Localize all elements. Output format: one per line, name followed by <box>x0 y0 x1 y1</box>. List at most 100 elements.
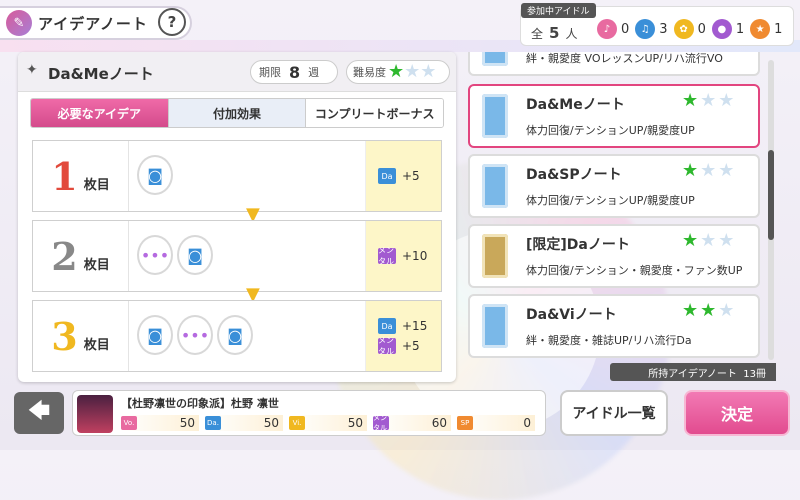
page-title: アイデアノート <box>38 14 148 33</box>
note-card-name: [限定]Daノート <box>526 237 630 253</box>
idol-type-count: ♫ 3 <box>635 19 668 39</box>
star-icon: ★ <box>420 61 437 82</box>
notebook-icon <box>482 52 508 66</box>
bonus-line: メンタル +5 <box>378 336 420 356</box>
mental-icon: ● <box>711 19 732 39</box>
visual-icon: ✿ <box>673 19 694 39</box>
note-card-description: 体力回復/テンションUP/親愛度UP <box>526 124 695 137</box>
note-card-description: 体力回復/テンション・親愛度・ファン数UP <box>526 264 743 277</box>
da-stat-icon: Da. <box>205 416 221 430</box>
notebook-icon <box>482 94 508 138</box>
dance-icon: ♫ <box>635 19 656 39</box>
note-icon: ✎ <box>6 10 32 36</box>
note-card[interactable]: Da&Viノート ★ ★ ★ 絆・親愛度・雑誌UP/リハ流行Da <box>468 294 760 358</box>
bonus-line: メンタル +10 <box>378 246 428 266</box>
idea-level-row: 1 枚目 ◙ Da +5 <box>32 140 442 212</box>
note-card-description: 絆・親愛度 VOレッスンUP/リハ流行VO <box>526 52 723 65</box>
mental-stat-icon: メンタル <box>378 336 396 356</box>
bonus-line: Da +5 <box>378 168 441 184</box>
tab-additional-effects[interactable]: 付加効果 <box>168 99 307 127</box>
level-bonus: Da +15 メンタル +5 <box>365 301 441 371</box>
note-card[interactable]: Da&Meノート ★ ★ ★ 体力回復/テンションUP/親愛度UP <box>468 84 760 148</box>
idol-list-button[interactable]: アイドル一覧 <box>560 390 668 436</box>
required-ideas: ••• ◙ <box>137 235 213 275</box>
level-bonus: Da +5 <box>365 141 441 211</box>
star-icon: ★ <box>700 160 717 181</box>
note-card-stars: ★ ★ ★ <box>682 162 734 180</box>
tab-required-ideas[interactable]: 必要なアイデア <box>31 99 169 127</box>
note-card-name: Da&Meノート <box>526 97 625 113</box>
star-icon: ★ <box>718 300 735 321</box>
idol-type-count: ✿ 0 <box>673 19 706 39</box>
note-card[interactable]: [限定]Daノート ★ ★ ★ 体力回復/テンション・親愛度・ファン数UP <box>468 224 760 288</box>
idol-stat: Vo. 50 <box>121 415 199 431</box>
difficulty-badge: 難易度 ★★★ <box>346 60 450 84</box>
idol-stat: SP 0 <box>457 415 535 431</box>
level-label: 1 枚目 <box>33 141 129 211</box>
star-icon: ★ <box>388 61 405 82</box>
idol-stat: Da. 50 <box>205 415 283 431</box>
star-icon: ★ <box>682 160 699 181</box>
note-card-stars: ★ ★ ★ <box>682 92 734 110</box>
arrow-left-icon: 🡄 <box>27 399 51 424</box>
note-card[interactable]: ★★★絆・親愛度 VOレッスンUP/リハ流行VO <box>468 52 760 76</box>
chat-idea-icon: ••• <box>177 315 213 355</box>
star-icon: ★ <box>700 300 717 321</box>
notebook-icon <box>482 164 508 208</box>
note-list-scrollbar[interactable] <box>768 60 774 360</box>
note-card-name: Da&SPノート <box>526 167 622 183</box>
star-icon: ★ <box>700 230 717 251</box>
sparkle-icon: ✦ <box>26 62 38 78</box>
note-card-stars: ★ ★ ★ <box>682 302 734 320</box>
idol-type-count: ♪ 0 <box>597 19 629 39</box>
help-button[interactable]: ? <box>158 8 186 36</box>
star-icon: ★ <box>718 230 735 251</box>
difficulty-stars: ★★★ <box>388 63 436 81</box>
level-label: 3 枚目 <box>33 301 129 371</box>
star-icon: ★ <box>682 300 699 321</box>
idea-levels: 1 枚目 ◙ Da +5 ▼ 2 枚目 ••• ◙ メンタル +10 ▼ 3 枚目 ◙ ••• ◙ Da +15 メンタ… <box>32 140 442 380</box>
level-bonus: メンタル +10 <box>365 221 441 291</box>
star-icon: ★ <box>404 61 421 82</box>
star-icon: ★ <box>718 160 735 181</box>
star-icon: ★ <box>682 230 699 251</box>
me-stat-icon: メンタル <box>373 414 389 432</box>
note-header: ✦ Da&Meノート 期限 8 週 難易度 ★★★ <box>18 52 456 92</box>
star-icon: ★ <box>682 90 699 111</box>
back-button[interactable]: 🡄 <box>14 392 64 434</box>
speaker-idea-icon: ◙ <box>137 155 173 195</box>
star-icon: ★ <box>700 90 717 111</box>
note-detail-panel: ✦ Da&Meノート 期限 8 週 難易度 ★★★ 必要なアイデア 付加効果 コンプ… <box>18 52 456 382</box>
idea-level-row: 3 枚目 ◙ ••• ◙ Da +15 メンタル +5 <box>32 300 442 372</box>
note-name: Da&Meノート <box>48 65 154 83</box>
idol-status-bar: 【杜野凛世の印象派】杜野 凛世 Vo. 50 Da. 50 Vi. 50 メンタル 60 SP 0 <box>72 390 546 436</box>
idol-type-count: ● 1 <box>711 19 744 39</box>
idol-type-counts: ♪ 0 ♫ 3 ✿ 0 ● 1 ★ 1 <box>597 19 782 39</box>
idea-level-row: 2 枚目 ••• ◙ メンタル +10 <box>32 220 442 292</box>
vi-stat-icon: Vi. <box>289 416 305 430</box>
notebook-icon <box>482 234 508 278</box>
note-card-stars: ★ ★ ★ <box>682 232 734 250</box>
deadline-badge: 期限 8 週 <box>250 60 338 84</box>
star-icon: ★ <box>718 90 735 111</box>
tab-complete-bonus[interactable]: コンプリートボーナス <box>306 99 443 127</box>
bonus-line: Da +15 <box>378 318 441 334</box>
avatar <box>77 395 113 433</box>
note-card[interactable]: Da&SPノート ★ ★ ★ 体力回復/テンションUP/親愛度UP <box>468 154 760 218</box>
decide-button[interactable]: 決定 <box>684 390 790 436</box>
idol-stats: Vo. 50 Da. 50 Vi. 50 メンタル 60 SP 0 <box>121 414 535 432</box>
idol-name: 【杜野凛世の印象派】杜野 凛世 <box>121 397 279 410</box>
vo-stat-icon: Vo. <box>121 416 137 430</box>
required-ideas: ◙ ••• ◙ <box>137 315 253 355</box>
scrollbar-thumb[interactable] <box>768 150 774 240</box>
idol-type-count: ★ 1 <box>750 19 782 39</box>
owned-notes-count: 所持アイデアノート 13冊 <box>610 363 776 381</box>
vocal-icon: ♪ <box>597 19 617 39</box>
sp-stat-icon: SP <box>457 416 473 430</box>
speaker-idea-icon: ◙ <box>217 315 253 355</box>
participating-idols-panel: 参加中アイドル 全5人 ♪ 0 ♫ 3 ✿ 0 ● 1 ★ 1 <box>520 3 794 46</box>
note-card-description: 体力回復/テンションUP/親愛度UP <box>526 194 695 207</box>
idol-total: 全5人 <box>531 24 578 42</box>
required-ideas: ◙ <box>137 155 173 195</box>
dance-stat-icon: Da <box>378 318 396 334</box>
